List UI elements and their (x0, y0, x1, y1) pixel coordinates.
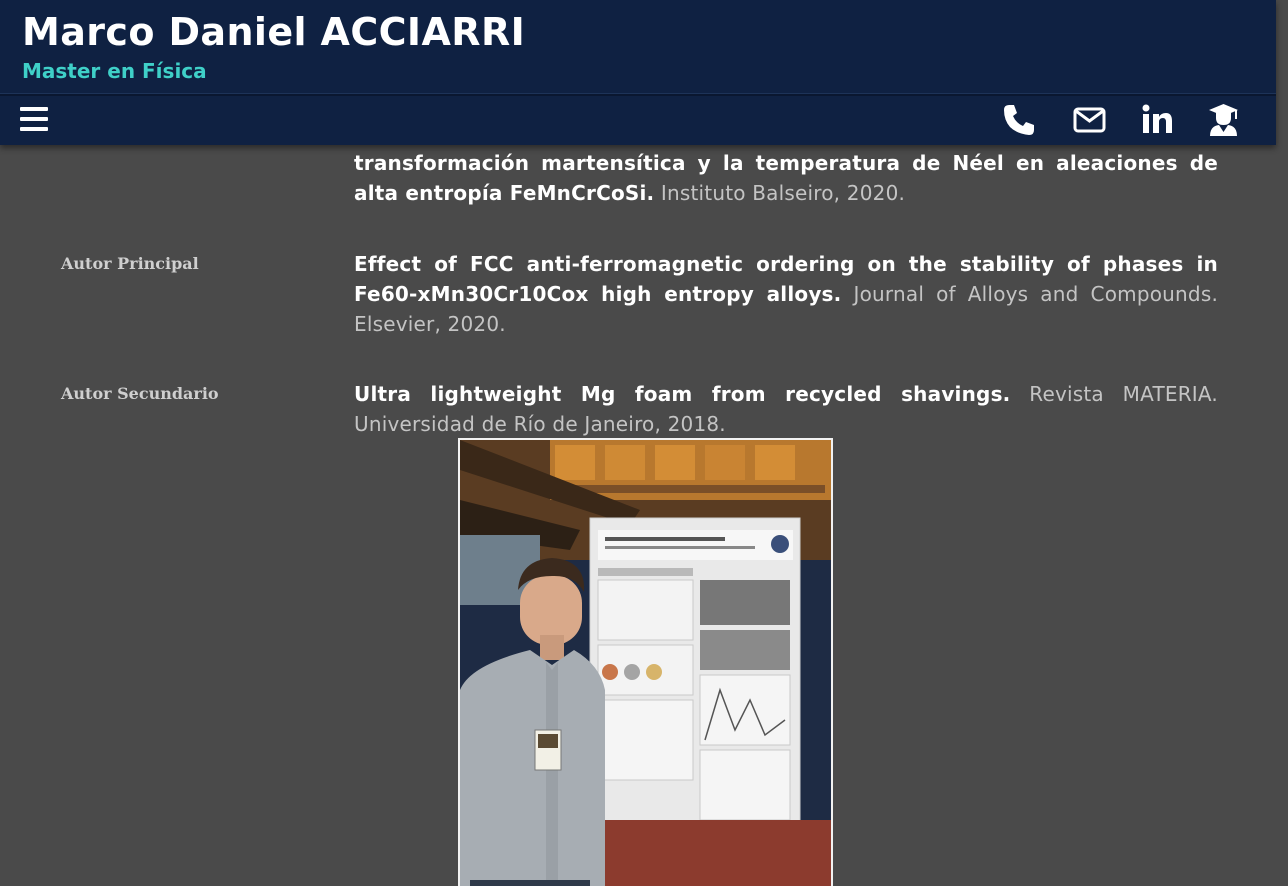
page: transformación martensítica y la tempera… (0, 0, 1288, 886)
mail-icon[interactable] (1073, 107, 1106, 133)
publication-role: Autor Principal (61, 254, 199, 273)
scrollbar[interactable] (1276, 0, 1288, 886)
site-header: Marco Daniel ACCIARRI Master en Física (0, 0, 1276, 145)
header-divider (0, 93, 1276, 96)
page-subtitle: Master en Física (22, 59, 207, 83)
publication-title: Ultra lightweight Mg foam from recycled … (354, 382, 1011, 406)
page-title: Marco Daniel ACCIARRI (22, 10, 526, 54)
publication-item: Effect of FCC anti-ferromagnetic orderin… (354, 249, 1218, 339)
linkedin-icon[interactable] (1142, 104, 1173, 134)
conference-poster-photo (458, 438, 833, 886)
menu-icon[interactable] (20, 106, 48, 132)
publication-item: transformación martensítica y la tempera… (354, 148, 1218, 208)
scholar-icon[interactable] (1208, 103, 1239, 136)
phone-icon[interactable] (1002, 103, 1036, 137)
publication-item: Ultra lightweight Mg foam from recycled … (354, 379, 1218, 439)
publication-role: Autor Secundario (61, 384, 219, 403)
publication-venue: Instituto Balseiro, 2020. (660, 181, 906, 205)
